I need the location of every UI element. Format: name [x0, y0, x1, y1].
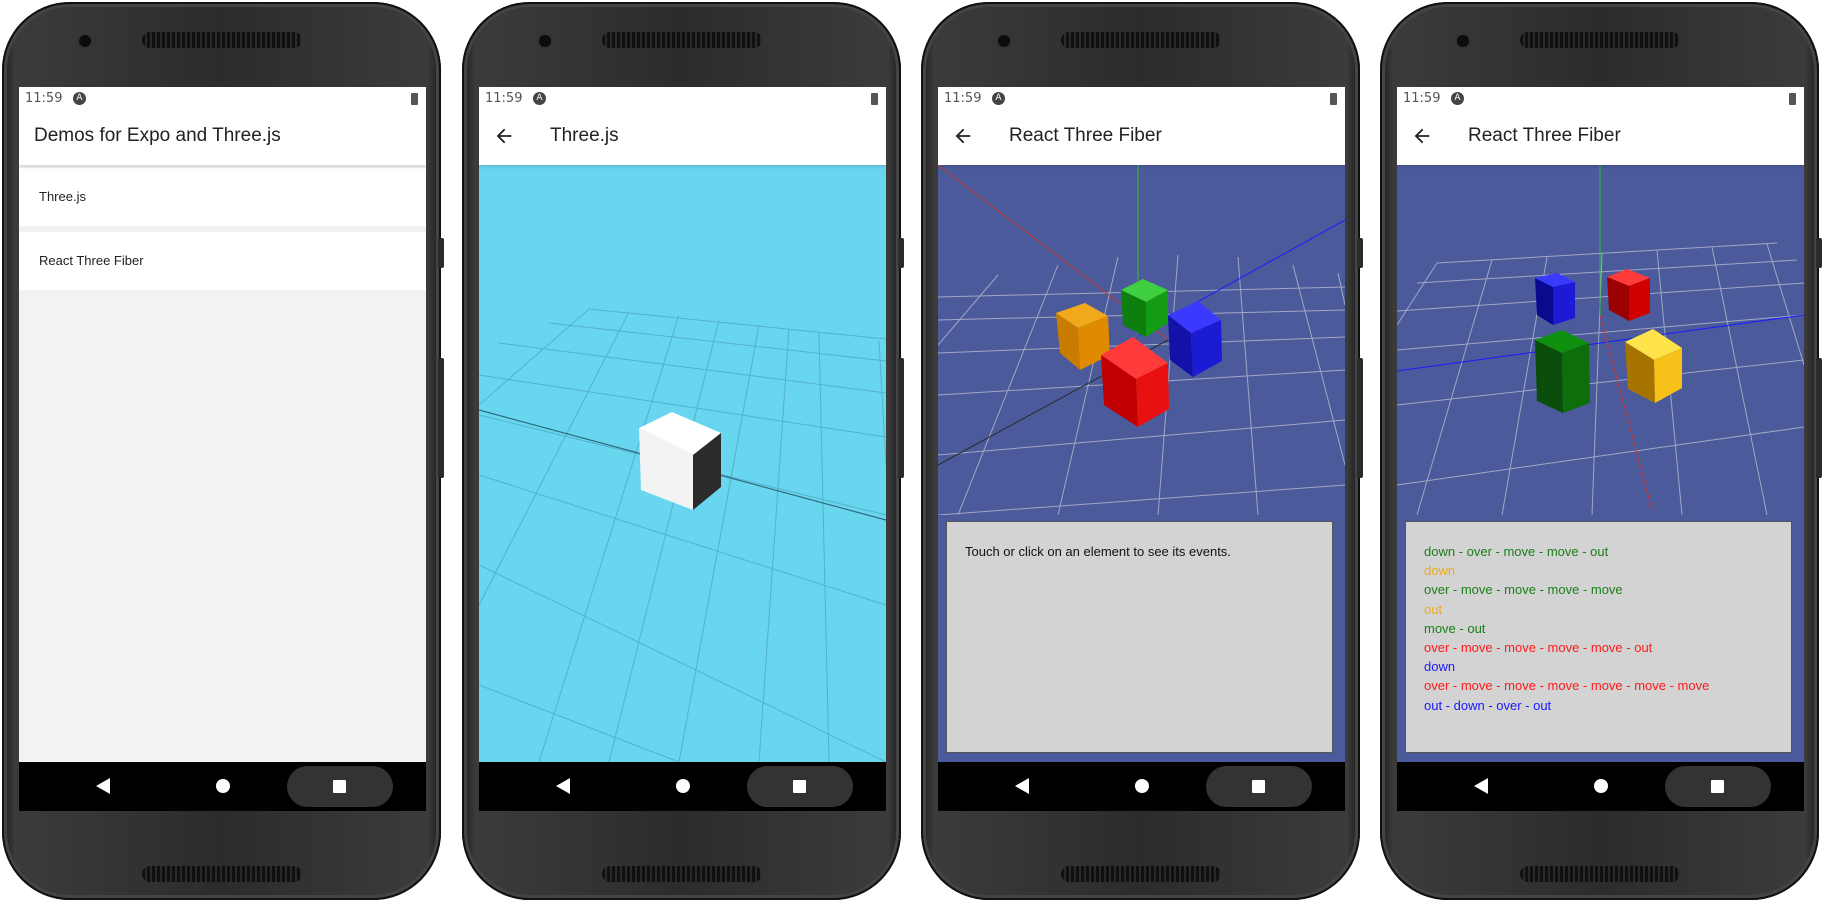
screen: 11:59 A Demos for Expo and Three.js Thre… — [19, 87, 426, 811]
events-panel: down - over - move - move - out down ove… — [1405, 521, 1792, 753]
cube-green — [1535, 330, 1590, 413]
battery-icon — [871, 93, 878, 105]
back-arrow-icon[interactable] — [493, 125, 515, 147]
nav-recents-icon[interactable] — [1252, 780, 1265, 793]
nav-bar — [479, 762, 886, 811]
list-item-react-three-fiber[interactable]: React Three Fiber — [19, 232, 426, 290]
app-bar: React Three Fiber — [1397, 111, 1804, 165]
expo-status-icon: A — [992, 92, 1005, 105]
nav-back-icon[interactable] — [1015, 778, 1029, 794]
screen: 11:59 A Three.js — [479, 87, 886, 811]
back-arrow-icon[interactable] — [1411, 125, 1433, 147]
battery-icon — [1789, 93, 1796, 105]
nav-back-icon[interactable] — [556, 778, 570, 794]
nav-back-icon[interactable] — [96, 778, 110, 794]
threejs-scene — [479, 165, 886, 762]
front-camera — [1457, 35, 1469, 47]
event-line: out - down - over - out — [1424, 697, 1552, 713]
nav-home-icon[interactable] — [1594, 779, 1608, 793]
event-line: down — [1424, 659, 1456, 675]
app-bar: Demos for Expo and Three.js — [19, 111, 426, 165]
status-time: 11:59 — [944, 91, 982, 106]
volume-button — [1816, 358, 1822, 478]
bottom-speaker — [1061, 866, 1221, 882]
front-camera — [79, 35, 91, 47]
status-bar: 11:59 A — [479, 87, 886, 111]
power-button — [898, 238, 904, 268]
back-arrow-icon[interactable] — [952, 125, 974, 147]
page-title: React Three Fiber — [1009, 125, 1162, 146]
earpiece-speaker — [602, 32, 762, 48]
battery-icon — [411, 93, 418, 105]
front-camera — [998, 35, 1010, 47]
volume-button — [898, 358, 904, 478]
battery-icon — [1330, 93, 1337, 105]
app-bar: Three.js — [479, 111, 886, 165]
bottom-speaker — [1520, 866, 1680, 882]
scene-background — [938, 165, 1345, 515]
event-line: over - move - move - move - move - out — [1424, 640, 1653, 656]
earpiece-speaker — [1061, 32, 1221, 48]
screen: 11:59 A React Three Fiber — [938, 87, 1345, 811]
events-hint: Touch or click on an element to see its … — [965, 544, 1231, 559]
phone-2: 11:59 A Three.js — [460, 0, 905, 906]
power-button — [1357, 238, 1363, 268]
expo-status-icon: A — [73, 92, 86, 105]
volume-button — [438, 358, 444, 478]
screen: 11:59 A React Three Fiber — [1397, 87, 1804, 811]
status-bar: 11:59 A — [19, 87, 426, 111]
volume-button — [1357, 358, 1363, 478]
event-line: out — [1424, 601, 1443, 617]
nav-bar — [19, 762, 426, 811]
nav-back-icon[interactable] — [1474, 778, 1488, 794]
power-button — [438, 238, 444, 268]
status-time: 11:59 — [1403, 91, 1441, 106]
expo-status-icon: A — [1451, 92, 1464, 105]
status-bar: 11:59 A — [1397, 87, 1804, 111]
nav-recents-icon[interactable] — [1711, 780, 1724, 793]
status-time: 11:59 — [25, 91, 63, 106]
list-item-threejs[interactable]: Three.js — [19, 168, 426, 226]
bottom-speaker — [602, 866, 762, 882]
page-title: Three.js — [550, 125, 619, 146]
event-line: down - over - move - move - out — [1424, 544, 1609, 559]
bottom-speaker — [142, 866, 302, 882]
cube-blue — [1535, 273, 1575, 325]
earpiece-speaker — [1520, 32, 1680, 48]
nav-bar — [1397, 762, 1804, 811]
nav-recents-icon[interactable] — [333, 780, 346, 793]
nav-home-icon[interactable] — [1135, 779, 1149, 793]
expo-status-icon: A — [533, 92, 546, 105]
demo-list: Three.js React Three Fiber — [19, 168, 426, 296]
phone-3: 11:59 A React Three Fiber Touch or click… — [919, 0, 1364, 906]
events-panel: Touch or click on an element to see its … — [946, 521, 1333, 753]
nav-home-icon[interactable] — [676, 779, 690, 793]
nav-recents-icon[interactable] — [793, 780, 806, 793]
front-camera — [539, 35, 551, 47]
page-title: React Three Fiber — [1468, 125, 1621, 146]
page-title: Demos for Expo and Three.js — [34, 125, 281, 146]
r3f-canvas[interactable]: down - over - move - move - out down ove… — [1397, 165, 1804, 762]
event-line: down — [1424, 563, 1456, 579]
event-line: over - move - move - move - move — [1424, 582, 1623, 598]
status-time: 11:59 — [485, 91, 523, 106]
event-line: move - out — [1424, 620, 1486, 636]
phone-4: 11:59 A React Three Fiber down - over - … — [1378, 0, 1823, 906]
nav-bar — [938, 762, 1345, 811]
status-bar: 11:59 A — [938, 87, 1345, 111]
app-bar: React Three Fiber — [938, 111, 1345, 165]
event-line: over - move - move - move - move - move … — [1424, 678, 1710, 694]
nav-home-icon[interactable] — [216, 779, 230, 793]
phone-1: 11:59 A Demos for Expo and Three.js Thre… — [0, 0, 445, 906]
earpiece-speaker — [142, 32, 302, 48]
threejs-canvas[interactable] — [479, 165, 886, 762]
r3f-canvas[interactable]: Touch or click on an element to see its … — [938, 165, 1345, 762]
power-button — [1816, 238, 1822, 268]
